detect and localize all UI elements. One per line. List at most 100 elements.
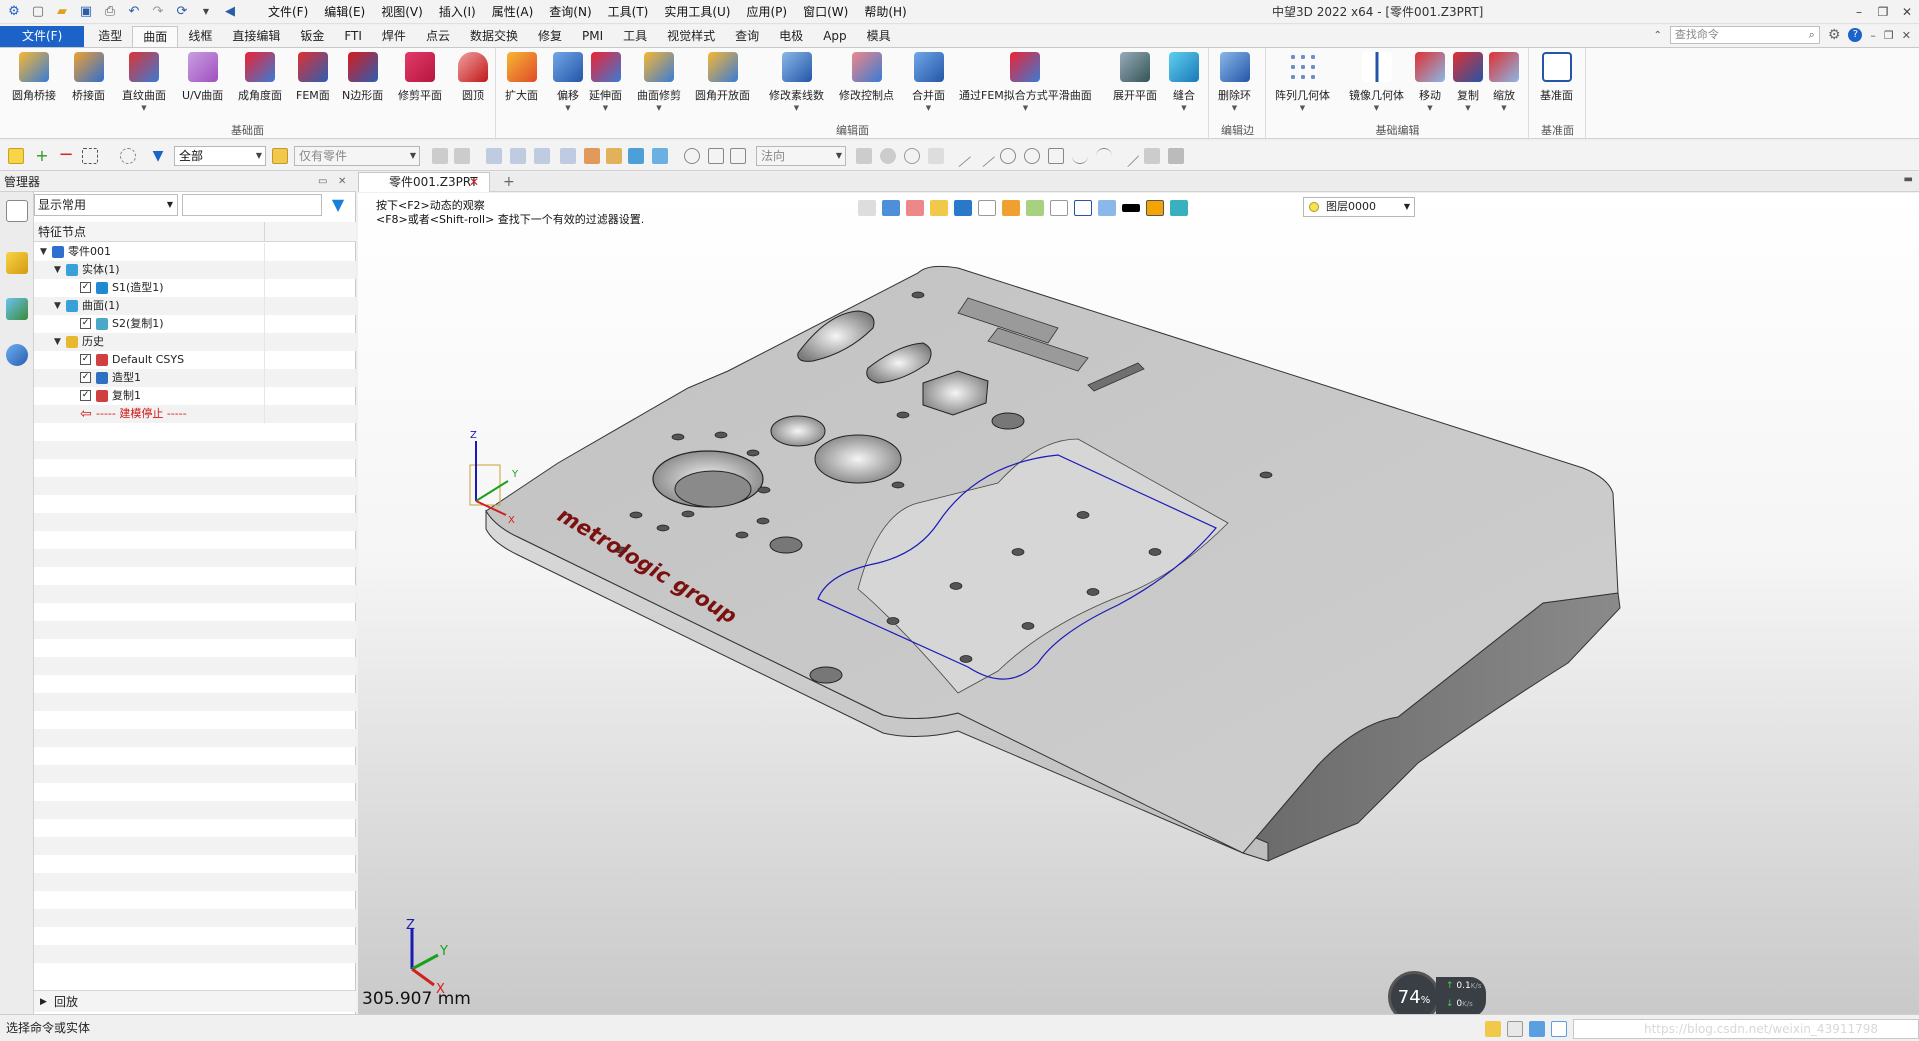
expand-arrow-icon[interactable]: ▼ (54, 261, 61, 279)
extend-surface-button[interactable]: 延伸面 ▼ (589, 52, 622, 112)
n-sided-surface-button[interactable]: N边形面 (342, 52, 383, 103)
dropdown-arrow-icon[interactable]: ▼ (1300, 104, 1305, 112)
unfold-plane-button[interactable]: 展开平面 (1113, 52, 1157, 103)
pause-icon[interactable] (708, 148, 724, 164)
qa-dropdown-icon[interactable]: ▼ (196, 3, 216, 21)
visibility-checkbox[interactable]: ✓ (80, 372, 91, 383)
dropdown-arrow-icon[interactable]: ▼ (1465, 104, 1470, 112)
modify-control-points-button[interactable]: 修改控制点 (839, 52, 894, 103)
pattern-geometry-button[interactable]: 阵列几何体 ▼ (1275, 52, 1330, 112)
extend-face-button[interactable]: 扩大面 (505, 52, 538, 103)
dropdown-arrow-icon[interactable]: ▼ (565, 104, 570, 112)
tab-electrode[interactable]: 电极 (769, 26, 813, 47)
hammer-icon[interactable] (1168, 148, 1184, 164)
knife-icon[interactable] (1144, 148, 1160, 164)
user-icon[interactable] (6, 344, 28, 366)
settings-gear-icon[interactable]: ⚙ (1828, 27, 1841, 43)
bridge-surface-button[interactable]: 桥接面 (72, 52, 105, 103)
visibility-checkbox[interactable]: ✓ (80, 282, 91, 293)
menu-insert[interactable]: 插入(I) (431, 0, 484, 24)
dropdown-arrow-icon[interactable]: ▼ (1023, 104, 1028, 112)
offset-button[interactable]: 偏移 ▼ (553, 52, 583, 112)
snap-point-icon[interactable] (560, 148, 576, 164)
dropdown-arrow-icon[interactable]: ▼ (1501, 104, 1506, 112)
dropdown-arrow-icon[interactable]: ▼ (926, 104, 931, 112)
scope-select[interactable]: 仅有零件 ▼ (294, 146, 420, 166)
frame-icon[interactable] (730, 148, 746, 164)
dropdown-arrow-icon[interactable]: ▼ (1374, 104, 1379, 112)
tab-inquire[interactable]: 查询 (725, 26, 769, 47)
ribbon-minimize-icon[interactable]: – (1870, 29, 1876, 42)
visibility-checkbox[interactable]: ✓ (80, 354, 91, 365)
spline-icon[interactable] (1072, 148, 1088, 164)
pencil-icon[interactable] (1116, 144, 1140, 168)
box-select-icon[interactable] (82, 148, 98, 164)
align-icon[interactable] (432, 148, 448, 164)
menu-inquire[interactable]: 查询(N) (541, 0, 599, 24)
redo-icon[interactable]: ↷ (148, 3, 168, 21)
tab-visual-style[interactable]: 视觉样式 (657, 26, 725, 47)
new-file-icon[interactable]: ▢ (28, 3, 48, 21)
delete-loop-button[interactable]: 删除环 ▼ (1218, 52, 1251, 112)
status-grid-icon[interactable] (1507, 1021, 1523, 1037)
tab-direct-edit[interactable]: 直接编辑 (222, 26, 290, 47)
close-tab-icon[interactable]: ✕ (469, 173, 479, 192)
tree-row[interactable]: ✓ 造型1 (34, 369, 356, 387)
filter-select[interactable]: 全部 ▼ (174, 146, 266, 166)
fillet-open-face-button[interactable]: 圆角开放面 (695, 52, 750, 103)
menu-apps[interactable]: 应用(P) (739, 0, 796, 24)
tree-row[interactable]: ▼ 历史 (34, 333, 356, 351)
menu-utilities[interactable]: 实用工具(U) (656, 0, 738, 24)
direction-select[interactable]: 法向 ▼ (756, 146, 846, 166)
tab-sheet-metal[interactable]: 钣金 (290, 26, 334, 47)
tab-pmi[interactable]: PMI (572, 26, 613, 47)
select-pointer-icon[interactable] (8, 148, 24, 164)
undo-icon[interactable]: ↶ (124, 3, 144, 21)
move-button[interactable]: 移动 ▼ (1415, 52, 1445, 112)
trim-plane-button[interactable]: 修剪平面 (398, 52, 442, 103)
collapse-ribbon-icon[interactable]: ⌃ (1653, 30, 1661, 41)
document-tab[interactable]: 零件001.Z3PRT ✕ (358, 172, 490, 192)
view-target-icon[interactable] (904, 148, 920, 164)
dropdown-arrow-icon[interactable]: ▼ (656, 104, 661, 112)
menu-window[interactable]: 窗口(W) (795, 0, 856, 24)
snap-center-icon[interactable] (510, 148, 526, 164)
ribbon-restore-icon[interactable]: ❐ (1884, 29, 1894, 42)
copy-button[interactable]: 复制 ▼ (1453, 52, 1483, 112)
pin-icon[interactable]: ▭ (318, 172, 327, 192)
tab-repair[interactable]: 修复 (528, 26, 572, 47)
snap-left-icon[interactable] (486, 148, 502, 164)
surface-trim-button[interactable]: 曲面修剪 ▼ (637, 52, 681, 112)
view-points-icon[interactable] (928, 148, 944, 164)
filter-funnel-icon[interactable]: ▼ (328, 196, 348, 214)
angled-surface-button[interactable]: 成角度面 (238, 52, 282, 103)
tab-modeling[interactable]: 造型 (88, 26, 132, 47)
expand-arrow-icon[interactable]: ▼ (54, 297, 61, 315)
ribbon-close-icon[interactable]: ✕ (1902, 29, 1911, 42)
status-monitor-icon[interactable] (1529, 1021, 1545, 1037)
polygon-icon[interactable] (1048, 148, 1064, 164)
tree-row[interactable]: ⇦ ----- 建模停止 ----- (34, 405, 356, 423)
tree-row[interactable]: ✓ Default CSYS (34, 351, 356, 369)
expand-arrow-icon[interactable]: ▼ (54, 333, 61, 351)
line-tool-2-icon[interactable] (972, 144, 996, 168)
snap-face-icon[interactable] (606, 148, 622, 164)
arc-icon[interactable] (1096, 148, 1112, 164)
dropdown-arrow-icon[interactable]: ▼ (141, 104, 146, 112)
manager-close-icon[interactable]: ✕ (338, 172, 346, 192)
refresh-icon[interactable]: ⟳ (172, 3, 192, 21)
ruled-surface-button[interactable]: 直纹曲面 ▼ (122, 52, 166, 112)
playback-section[interactable]: ▶ 回放 (34, 990, 356, 1012)
dropdown-arrow-icon[interactable]: ▼ (603, 104, 608, 112)
pick-arrow-icon[interactable] (856, 148, 872, 164)
scale-button[interactable]: 缩放 ▼ (1489, 52, 1519, 112)
expand-arrow-icon[interactable]: ▶ (40, 991, 47, 1013)
status-command-input[interactable]: https://blog.csdn.net/weixin_43911798 (1573, 1019, 1919, 1039)
mirror-geometry-button[interactable]: 镜像几何体 ▼ (1349, 52, 1404, 112)
view-orbit-icon[interactable] (880, 148, 896, 164)
merge-faces-button[interactable]: 合并面 ▼ (912, 52, 945, 112)
snap-edge-icon[interactable] (584, 148, 600, 164)
display-filter-select[interactable]: 显示常用 ▼ (34, 194, 178, 216)
tree-row[interactable]: ✓ S1(造型1) (34, 279, 356, 297)
tree-row[interactable]: ✓ 复制1 (34, 387, 356, 405)
